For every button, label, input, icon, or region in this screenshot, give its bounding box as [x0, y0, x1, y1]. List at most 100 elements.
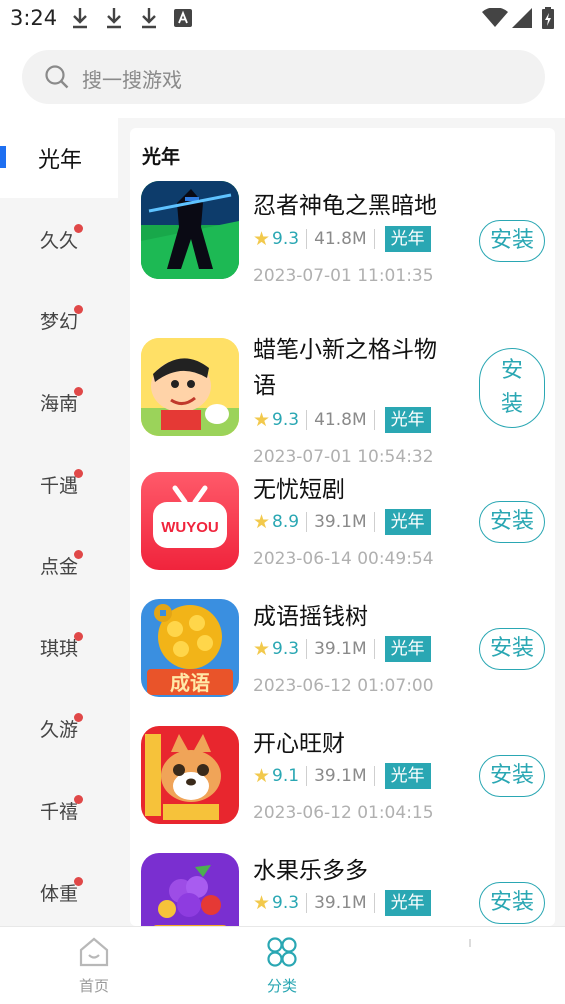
app-size: 41.8M: [314, 229, 367, 249]
signal-icon: [512, 8, 532, 28]
sidebar-item-hainan[interactable]: 海南: [0, 363, 118, 443]
app-rating: 8.9: [272, 512, 300, 532]
search-bar[interactable]: 搜一搜游戏: [22, 50, 545, 104]
install-button[interactable]: 安装: [479, 628, 545, 670]
app-meta: ★ 9.3 41.8M 光年: [253, 407, 431, 433]
sidebar-item-qianxi[interactable]: 千禧: [0, 771, 118, 851]
sidebar-item-label: 梦幻: [40, 311, 79, 333]
star-icon: ★: [253, 409, 271, 431]
profile-icon: [469, 939, 471, 947]
divider: [306, 410, 308, 430]
app-tag: 光年: [384, 763, 431, 789]
search-icon: [45, 65, 69, 89]
battery-icon: [542, 7, 554, 29]
app-tag: 光年: [384, 509, 431, 535]
status-time: 3:24: [10, 6, 58, 30]
install-button[interactable]: 安装: [479, 882, 545, 924]
notification-dot: [74, 224, 83, 233]
install-button[interactable]: 安装: [479, 220, 545, 262]
category-icon: [267, 937, 297, 967]
sidebar-item-jiujiu[interactable]: 久久: [0, 200, 118, 280]
sidebar-item-label: 久久: [40, 230, 79, 252]
app-icon-text: 成语: [170, 671, 210, 695]
sidebar-item-qianyu[interactable]: 千遇: [0, 445, 118, 525]
app-rating: 9.3: [272, 893, 300, 913]
nav-label: 首页: [78, 977, 109, 995]
nav-profile[interactable]: [420, 935, 520, 975]
app-icon-crayon-shinchan[interactable]: [141, 338, 239, 436]
search-placeholder: 搜一搜游戏: [82, 68, 182, 92]
divider: [373, 639, 375, 659]
download-icon: [107, 8, 121, 29]
sidebar-item-label: 久游: [40, 719, 79, 741]
app-tag: 光年: [384, 407, 431, 433]
app-rating: 9.1: [272, 766, 300, 786]
app-meta: ★ 9.3 39.1M 光年: [253, 636, 431, 662]
install-button[interactable]: 安装: [479, 755, 545, 797]
notification-dot: [74, 632, 83, 641]
app-name: 蜡笔小新之格斗物: [253, 337, 437, 363]
divider: [306, 639, 308, 659]
install-button[interactable]: 安 装: [479, 348, 545, 428]
app-list-card: 光年 忍者神龟之黑暗地 ★ 9.3 41.8M 光年 2023-07-01 11…: [130, 128, 555, 926]
app-tag: 光年: [384, 636, 431, 662]
app-meta: ★ 9.1 39.1M 光年: [253, 763, 431, 789]
app-date: 2023-06-12 01:04:15: [253, 803, 434, 823]
divider: [373, 229, 375, 249]
notification-dot: [74, 877, 83, 886]
notification-dot: [74, 795, 83, 804]
app-size: 41.8M: [314, 410, 367, 430]
nav-category[interactable]: 分类: [232, 935, 332, 996]
app-list-panel: 光年 忍者神龟之黑暗地 ★ 9.3 41.8M 光年 2023-07-01 11…: [118, 118, 565, 926]
star-icon: ★: [253, 892, 271, 914]
app-meta: ★ 9.3 39.1M 光年: [253, 890, 431, 916]
sidebar-item-label: 千禧: [40, 801, 79, 823]
app-icon-wuyou[interactable]: WUYOU: [141, 472, 239, 570]
app-icon-fruit-game[interactable]: [141, 853, 239, 926]
app-meta: ★ 9.3 41.8M 光年: [253, 226, 431, 252]
app-name: 成语摇钱树: [253, 604, 368, 630]
app-date: 2023-07-01 11:01:35: [253, 266, 434, 286]
nav-home[interactable]: 首页: [44, 935, 144, 996]
divider: [306, 893, 308, 913]
notification-dot: [74, 713, 83, 722]
app-name: 开心旺财: [253, 731, 345, 757]
status-bar: 3:24: [0, 0, 565, 38]
star-icon: ★: [253, 228, 271, 250]
notification-dot: [74, 387, 83, 396]
app-meta: ★ 8.9 39.1M 光年: [253, 509, 431, 535]
sidebar-item-qiqi[interactable]: 琪琪: [0, 608, 118, 688]
install-button[interactable]: 安装: [479, 501, 545, 543]
sidebar-item-label: 琪琪: [40, 638, 79, 660]
sidebar-item-tizhong[interactable]: 体重: [0, 853, 118, 933]
divider: [306, 766, 308, 786]
app-icon-money-tree[interactable]: 成语: [141, 599, 239, 697]
app-date: 2023-07-01 10:54:32: [253, 447, 434, 467]
star-icon: ★: [253, 511, 271, 533]
app-size: 39.1M: [314, 766, 367, 786]
divider: [306, 512, 308, 532]
divider: [373, 893, 375, 913]
star-icon: ★: [253, 765, 271, 787]
install-button-label: 装: [500, 392, 523, 417]
app-size: 39.1M: [314, 893, 367, 913]
divider: [306, 229, 308, 249]
sidebar-item-guangnian[interactable]: 光年: [0, 118, 118, 198]
app-name: 水果乐多多: [253, 858, 368, 884]
section-title: 光年: [142, 146, 181, 168]
sidebar-item-label: 点金: [40, 556, 79, 578]
app-icon-ninja-turtles[interactable]: [141, 181, 239, 279]
app-icon-happy-fortune[interactable]: [141, 726, 239, 824]
app-name: 忍者神龟之黑暗地: [253, 193, 437, 219]
app-date: 2023-06-12 01:07:00: [253, 676, 434, 696]
app-size: 39.1M: [314, 639, 367, 659]
app-icon-text: WUYOU: [161, 519, 219, 536]
sidebar-item-jiuyou[interactable]: 久游: [0, 689, 118, 769]
sidebar-item-menghuan[interactable]: 梦幻: [0, 281, 118, 361]
install-button-label: 安: [500, 358, 523, 383]
app-rating: 9.3: [272, 410, 300, 430]
app-size: 39.1M: [314, 512, 367, 532]
sidebar-item-label: 体重: [40, 883, 79, 905]
notification-dot: [74, 305, 83, 314]
sidebar-item-dianjin[interactable]: 点金: [0, 526, 118, 606]
